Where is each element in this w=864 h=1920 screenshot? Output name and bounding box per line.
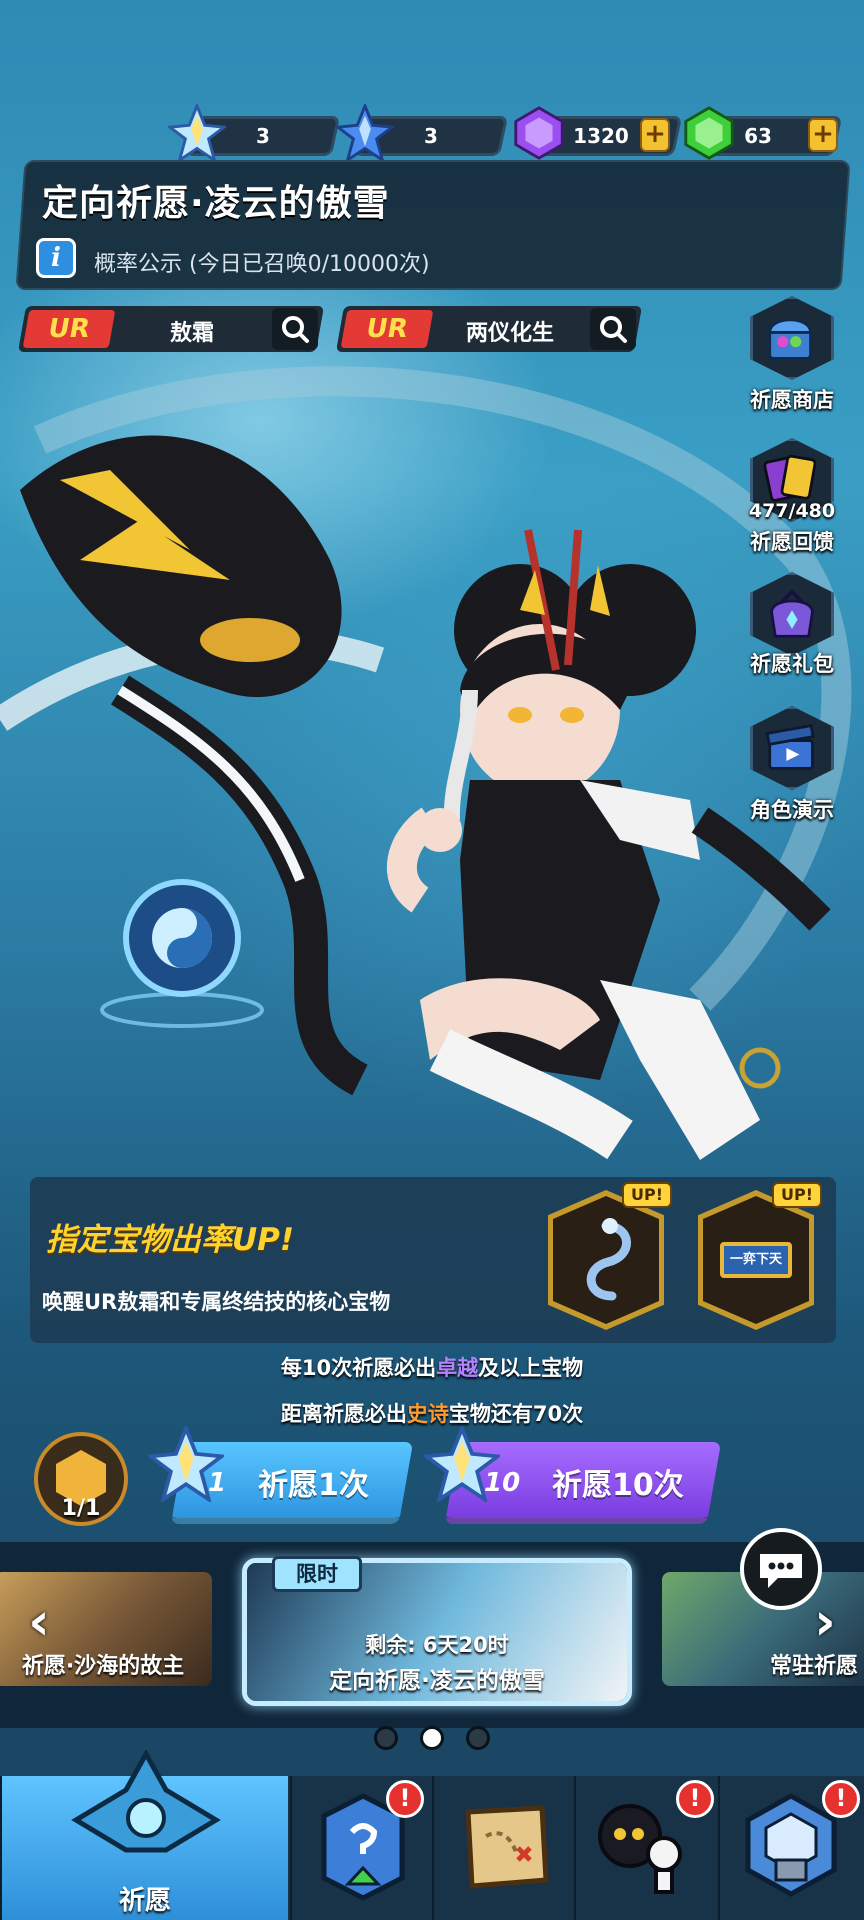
wish-crystal-icon <box>71 1750 221 1853</box>
page-dot[interactable] <box>374 1726 398 1750</box>
treasure-map-icon <box>465 1805 549 1889</box>
video-clapper-icon <box>750 706 834 790</box>
add-green-gem-button[interactable]: + <box>808 118 838 152</box>
wish-10-label: 祈愿10次 <box>552 1468 684 1503</box>
ur-tag: UR <box>340 310 434 348</box>
chat-bubble-icon <box>760 1554 802 1588</box>
side-button-label: 祈愿回馈 <box>750 530 834 554</box>
add-purple-gem-button[interactable]: + <box>640 118 670 152</box>
rainbow-crystal-icon <box>148 1426 224 1502</box>
side-button-label: 祈愿礼包 <box>750 652 834 676</box>
alert-badge: ! <box>676 1780 714 1818</box>
nav-wish[interactable]: 祈愿 <box>0 1750 288 1920</box>
banner-remaining: 剩余: 6天20时 <box>365 1633 509 1657</box>
page-dot-active[interactable] <box>420 1726 444 1750</box>
treasure-chest-icon <box>750 296 834 380</box>
guarantee-text: 每10次祈愿必出 <box>280 1356 437 1380</box>
up-badge: UP! <box>622 1182 672 1208</box>
search-icon[interactable] <box>272 308 318 350</box>
dragon-icon <box>586 1218 631 1301</box>
side-button-label: 角色演示 <box>750 798 834 822</box>
probability-link[interactable]: 概率公示 (今日已召唤0/10000次) <box>94 246 430 278</box>
ur-character-name: 两仪化生 <box>465 321 554 346</box>
treasure-item-dragon[interactable]: UP! <box>548 1182 672 1334</box>
character-demo-button[interactable]: 角色演示 <box>736 706 848 836</box>
carousel-prev-button[interactable]: ‹ <box>14 1592 64 1656</box>
nav-map[interactable] <box>432 1776 574 1920</box>
guarantee-text: 及以上宝物 <box>478 1356 584 1380</box>
wish-gift-button[interactable]: 祈愿礼包 <box>736 572 848 702</box>
treasure-up-desc: 唤醒UR敖霜和专属终结技的核心宝物 <box>42 1290 391 1314</box>
nav-wish-label: 祈愿 <box>118 1886 171 1916</box>
guarantee-line-2: 距离祈愿必出史诗宝物还有70次 <box>0 1398 864 1428</box>
rainbow-crystal-icon <box>168 104 226 162</box>
up-badge: UP! <box>772 1182 822 1208</box>
blue-crystal-icon <box>336 104 394 162</box>
side-button-label: 祈愿商店 <box>750 388 834 412</box>
page-dot[interactable] <box>466 1726 490 1750</box>
guarantee-text: 宝物还有70次 <box>448 1402 584 1426</box>
search-icon[interactable] <box>590 308 636 350</box>
ur-search-box-aoshuang[interactable]: UR 敖霜 <box>17 306 325 352</box>
green-gem-icon <box>684 106 734 160</box>
alert-badge: ! <box>386 1780 424 1818</box>
alert-badge: ! <box>822 1780 860 1818</box>
page-title: 定向祈愿·凌云的傲雪 <box>42 183 390 224</box>
ur-search-box-liangyi[interactable]: UR 两仪化生 <box>335 306 643 352</box>
rarity-excellent: 卓越 <box>436 1356 479 1380</box>
info-icon[interactable]: i <box>36 238 76 278</box>
wish-shop-button[interactable]: 祈愿商店 <box>736 296 848 426</box>
plaque-text: 一弈下天 <box>729 1252 782 1267</box>
rainbow-crystal-icon <box>424 1426 500 1502</box>
nav-shop[interactable]: ! <box>718 1776 864 1920</box>
plaque-icon: 一弈下天 <box>720 1242 792 1278</box>
nav-upgrade[interactable]: ! <box>290 1776 432 1920</box>
wish-1-label: 祈愿1次 <box>258 1468 369 1503</box>
treasure-item-plaque[interactable]: 一弈下天 UP! <box>698 1182 822 1334</box>
treasure-up-title: 指定宝物出率UP! <box>46 1222 295 1258</box>
ur-character-name: 敖霜 <box>169 321 214 346</box>
rarity-epic: 史诗 <box>406 1402 449 1426</box>
limited-tag: 限时 <box>272 1556 362 1592</box>
guarantee-line-1: 每10次祈愿必出卓越及以上宝物 <box>0 1352 864 1382</box>
wish-feedback-button[interactable]: 477/480 祈愿回馈 <box>736 438 848 568</box>
guarantee-text: 距离祈愿必出 <box>280 1402 407 1426</box>
nav-character[interactable]: ! <box>574 1776 718 1920</box>
feedback-count: 477/480 <box>748 500 836 522</box>
character-art <box>0 366 852 1160</box>
banner-caption: 定向祈愿·凌云的傲雪 <box>329 1668 545 1694</box>
ur-tag: UR <box>22 310 116 348</box>
chat-button[interactable] <box>740 1528 822 1610</box>
purple-gem-icon <box>514 106 564 160</box>
gift-bag-icon <box>750 572 834 656</box>
pity-count: 1/1 <box>61 1496 101 1521</box>
